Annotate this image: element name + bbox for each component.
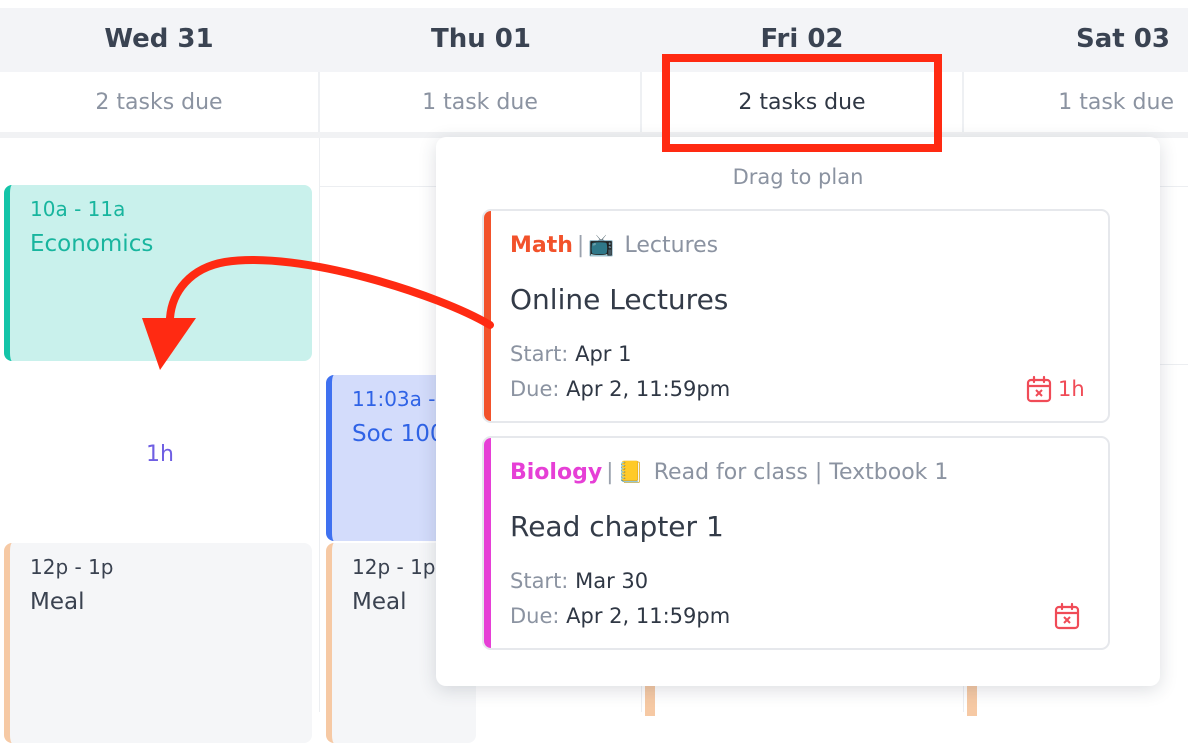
drag-arrow-annotation [142,256,494,370]
